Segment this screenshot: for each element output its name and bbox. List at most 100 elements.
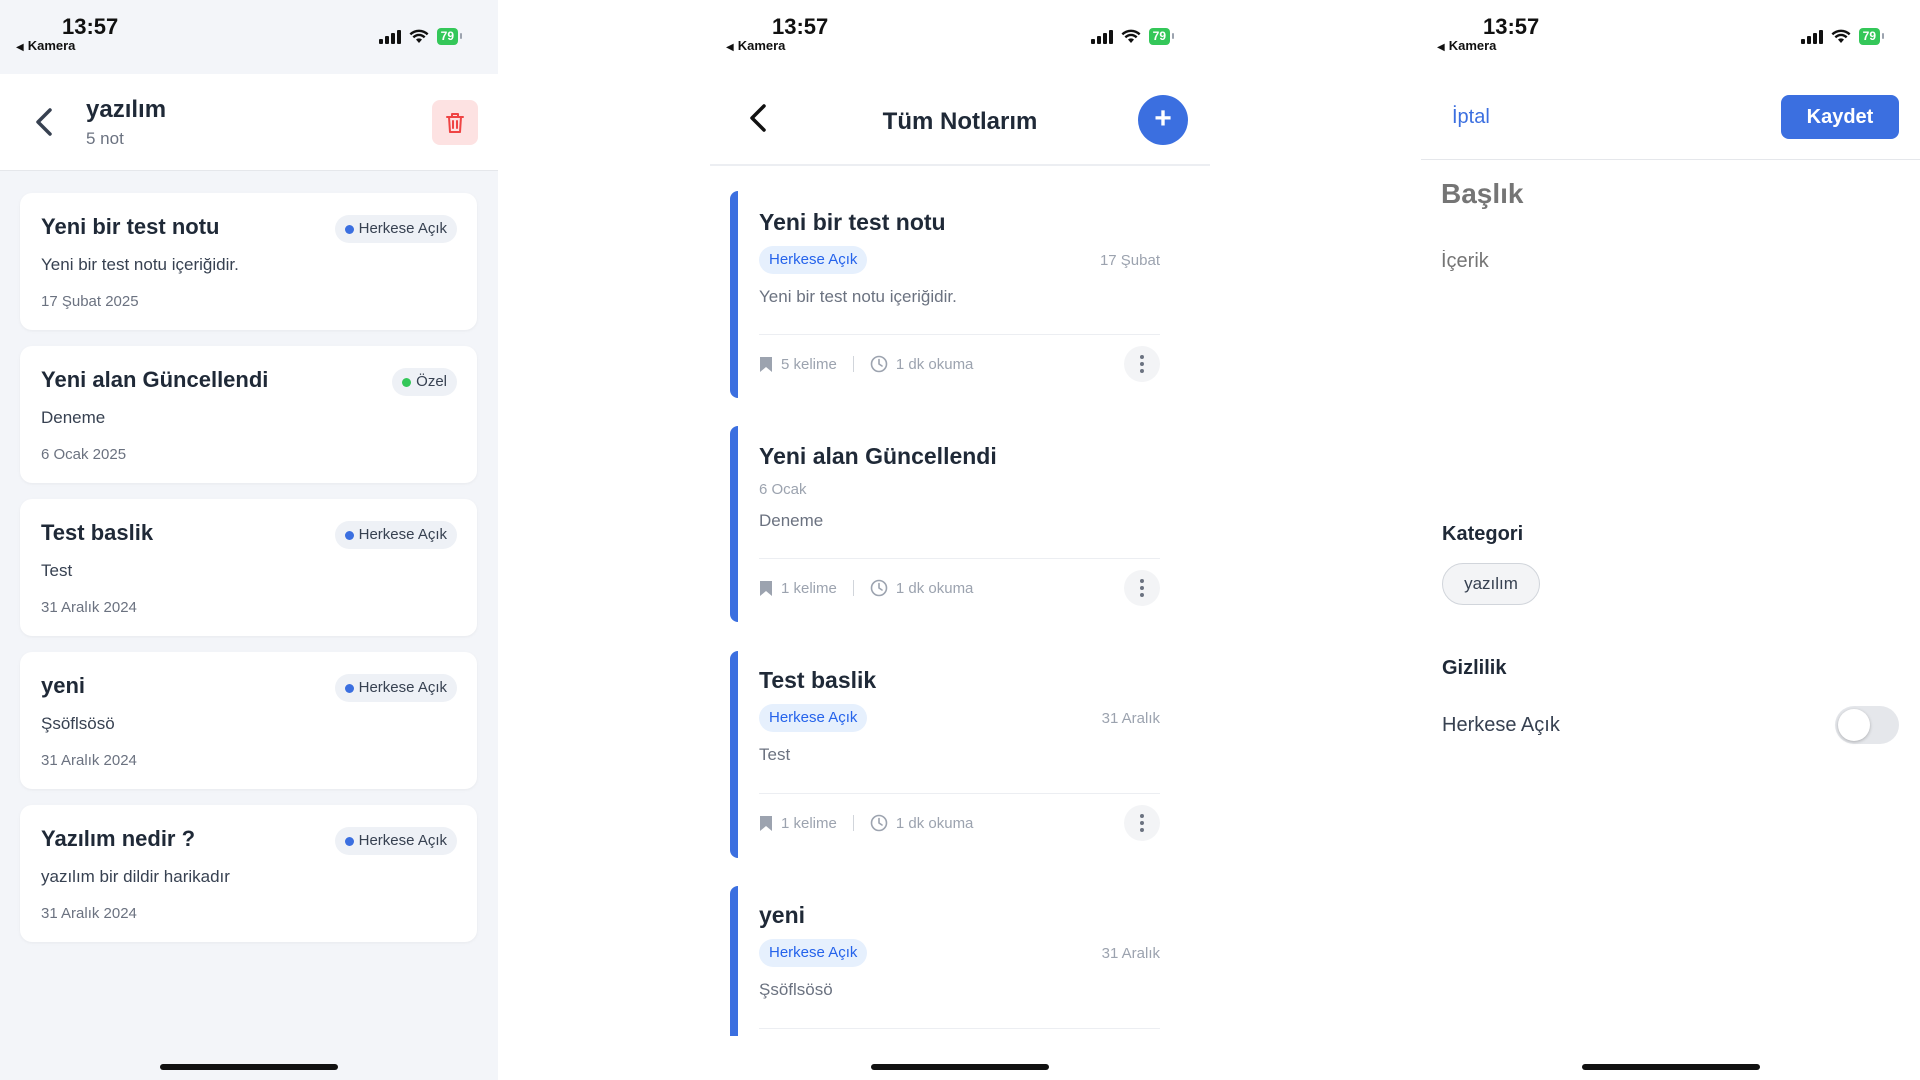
battery-icon: 79 bbox=[1148, 28, 1175, 45]
visibility-badge: Herkese Açık bbox=[334, 215, 457, 243]
private-dot-icon bbox=[402, 378, 412, 387]
category-chip[interactable]: yazılım bbox=[1442, 563, 1540, 605]
more-options-button[interactable] bbox=[1124, 570, 1160, 606]
note-date: 17 Şubat 2025 bbox=[41, 293, 139, 310]
page-title: Tüm Notlarım bbox=[882, 108, 1038, 135]
badge-label: Özel bbox=[416, 373, 447, 390]
note-body: Şsöflsösö bbox=[759, 980, 833, 999]
note-body: Şsöflsösö bbox=[41, 714, 115, 733]
note-title: Yeni bir test notu bbox=[41, 214, 220, 239]
delete-category-button[interactable] bbox=[432, 100, 478, 145]
note-date: 6 Ocak 2025 bbox=[41, 446, 127, 463]
status-time: 13:57 bbox=[772, 14, 829, 39]
note-body: yazılım bir dildir harikadır bbox=[41, 867, 230, 886]
home-indicator[interactable] bbox=[871, 1064, 1049, 1070]
privacy-option-label: Herkese Açık bbox=[1442, 714, 1560, 736]
note-count: 5 not bbox=[86, 129, 124, 148]
badge-label: Herkese Açık bbox=[358, 832, 447, 849]
word-count: 5 kelime bbox=[781, 355, 837, 373]
note-meta: 1 kelime 1 dk okuma bbox=[759, 814, 973, 832]
back-to-app-link[interactable]: ◀ Kamera bbox=[1437, 38, 1496, 53]
note-title: Yazılım nedir ? bbox=[41, 826, 196, 851]
note-meta: 5 kelime 1 dk okuma bbox=[759, 355, 973, 373]
badge-label: Herkese Açık bbox=[358, 220, 447, 237]
note-date: 17 Şubat bbox=[1099, 252, 1160, 269]
note-title: Test baslik bbox=[41, 520, 154, 545]
save-button[interactable]: Kaydet bbox=[1781, 95, 1899, 139]
back-app-label: Kamera bbox=[1448, 38, 1497, 53]
back-to-app-link[interactable]: ◀ Kamera bbox=[16, 38, 75, 53]
cancel-button[interactable]: İptal bbox=[1452, 106, 1490, 129]
badge-label: Herkese Açık bbox=[358, 526, 447, 543]
back-arrow-icon[interactable] bbox=[30, 102, 60, 142]
note-card[interactable]: Yazılım nedir ? Herkese Açık yazılım bir… bbox=[20, 805, 477, 942]
note-date: 31 Aralık 2024 bbox=[41, 752, 137, 769]
public-dot-icon bbox=[344, 225, 354, 234]
read-time: 1 dk okuma bbox=[895, 579, 974, 597]
more-options-button[interactable] bbox=[1124, 346, 1160, 382]
note-body: Deneme bbox=[759, 511, 824, 530]
notes-header: Tüm Notlarım + bbox=[710, 74, 1210, 166]
status-time: 13:57 bbox=[62, 14, 119, 39]
bookmark-icon bbox=[760, 815, 772, 831]
home-indicator[interactable] bbox=[1581, 1064, 1760, 1070]
note-title: Test baslik bbox=[759, 667, 877, 693]
accent-bar bbox=[730, 191, 738, 398]
back-app-label: Kamera bbox=[27, 38, 76, 53]
privacy-toggle[interactable] bbox=[1835, 706, 1899, 744]
note-card[interactable]: Yeni alan Güncellendi 6 Ocak Deneme 1 ke… bbox=[730, 426, 1190, 622]
note-card[interactable]: yeni Herkese Açık 31 Aralık Şsöflsösö bbox=[730, 886, 1190, 1036]
add-note-button[interactable]: + bbox=[1138, 95, 1188, 145]
signal-icon bbox=[1090, 29, 1113, 44]
note-date: 31 Aralık 2024 bbox=[41, 599, 137, 616]
category-label: Kategori bbox=[1442, 523, 1524, 545]
wifi-icon bbox=[1831, 29, 1851, 43]
editor-header: İptal Kaydet bbox=[1421, 74, 1920, 160]
note-body: Yeni bir test notu içeriğidir. bbox=[41, 255, 239, 274]
divider bbox=[759, 793, 1160, 794]
note-title: Yeni alan Güncellendi bbox=[41, 367, 269, 392]
public-dot-icon bbox=[344, 837, 354, 846]
title-input[interactable] bbox=[1441, 178, 1881, 210]
back-triangle-icon: ◀ bbox=[726, 42, 734, 53]
note-title: Yeni alan Güncellendi bbox=[759, 443, 997, 469]
visibility-tag: Herkese Açık bbox=[759, 246, 868, 274]
battery-icon: 79 bbox=[1858, 28, 1885, 45]
status-icons: 79 bbox=[1800, 28, 1885, 45]
accent-bar bbox=[730, 651, 738, 858]
battery-icon: 79 bbox=[436, 28, 463, 45]
word-count: 1 kelime bbox=[781, 579, 837, 597]
home-indicator[interactable] bbox=[160, 1064, 338, 1070]
note-card[interactable]: yeni Herkese Açık Şsöflsösö 31 Aralık 20… bbox=[20, 652, 477, 789]
divider bbox=[759, 1028, 1160, 1029]
status-bar: 13:57 ◀ Kamera 79 bbox=[0, 0, 498, 74]
content-input[interactable] bbox=[1441, 250, 1881, 273]
clock-icon bbox=[870, 355, 888, 373]
note-meta: 1 kelime 1 dk okuma bbox=[759, 579, 973, 597]
note-card[interactable]: Test baslik Herkese Açık Test 31 Aralık … bbox=[20, 499, 477, 636]
all-notes-screen: 13:57 ◀ Kamera 79 Tüm Notlarım + Yeni bir… bbox=[710, 0, 1210, 1080]
trash-icon bbox=[446, 112, 464, 133]
more-options-button[interactable] bbox=[1124, 805, 1160, 841]
divider bbox=[759, 334, 1160, 335]
accent-bar bbox=[730, 886, 738, 1036]
note-card[interactable]: Test baslik Herkese Açık 31 Aralık Test … bbox=[730, 651, 1190, 858]
back-to-app-link[interactable]: ◀ Kamera bbox=[726, 38, 785, 53]
wifi-icon bbox=[409, 29, 429, 43]
wifi-icon bbox=[1121, 29, 1141, 43]
bookmark-icon bbox=[760, 580, 772, 596]
note-card[interactable]: Yeni bir test notu Herkese Açık Yeni bir… bbox=[20, 193, 477, 330]
category-header: yazılım 5 not bbox=[0, 74, 498, 171]
meta-divider bbox=[852, 580, 854, 596]
back-app-label: Kamera bbox=[737, 38, 786, 53]
note-card[interactable]: Yeni alan Güncellendi Özel Deneme 6 Ocak… bbox=[20, 346, 477, 483]
note-card[interactable]: Yeni bir test notu Herkese Açık 17 Şubat… bbox=[730, 191, 1190, 398]
note-body: Deneme bbox=[41, 408, 106, 427]
toggle-knob bbox=[1838, 709, 1870, 741]
note-date: 31 Aralık bbox=[1101, 945, 1160, 962]
clock-icon bbox=[870, 579, 888, 597]
note-title: Yeni bir test notu bbox=[759, 209, 946, 235]
public-dot-icon bbox=[344, 531, 354, 540]
status-icons: 79 bbox=[1090, 28, 1175, 45]
note-title: yeni bbox=[41, 673, 86, 698]
